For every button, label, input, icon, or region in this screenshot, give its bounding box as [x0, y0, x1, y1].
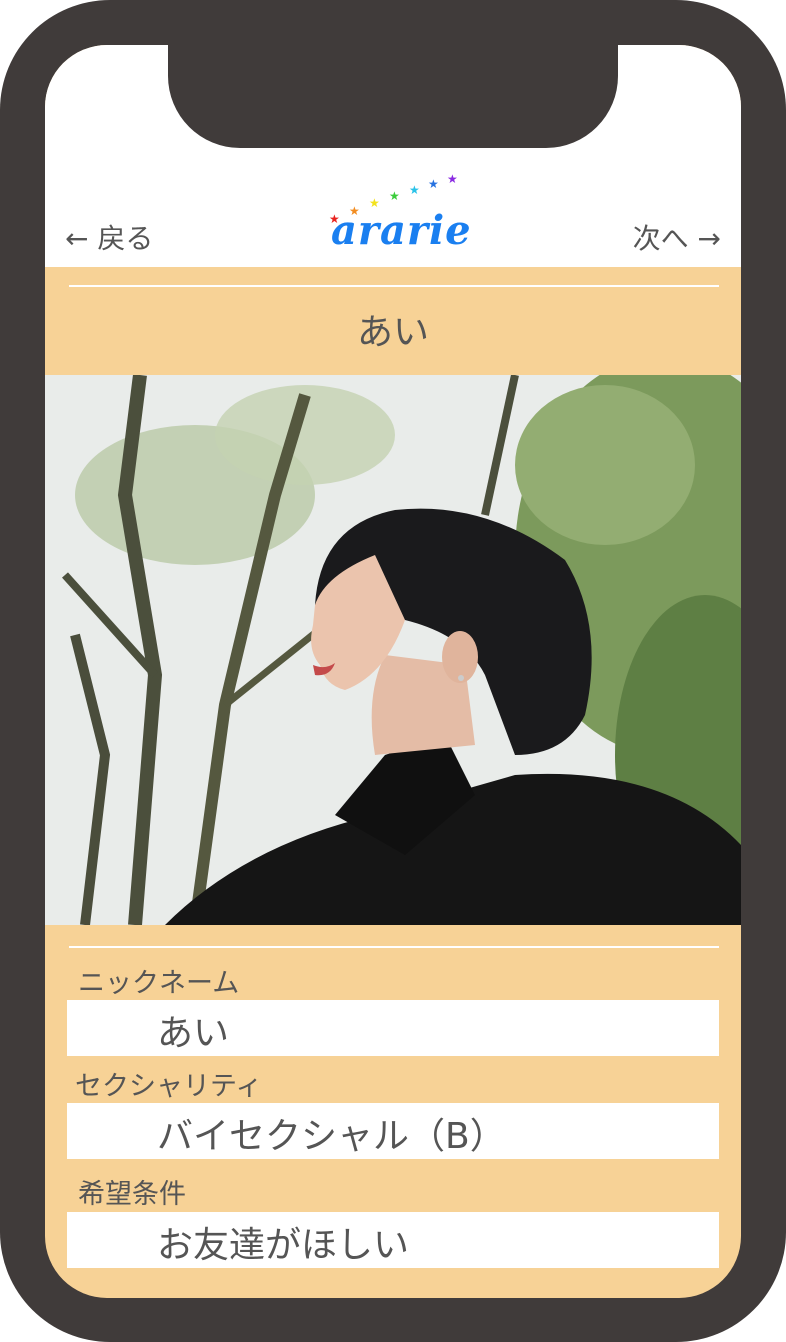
star-icon: ★	[409, 183, 420, 197]
field-box-wish: お友達がほしい	[67, 1212, 719, 1268]
next-button[interactable]: 次へ →	[633, 217, 721, 257]
profile-photo	[45, 375, 741, 925]
app-logo: ★ ★ ★ ★ ★ ★ ★ ararie	[323, 171, 471, 257]
profile-name-title: あい	[356, 312, 429, 353]
field-value-sexuality: バイセクシャル（B）	[157, 1116, 506, 1157]
star-icon: ★	[428, 177, 439, 191]
header-divider	[69, 285, 719, 287]
fields-divider	[69, 946, 719, 948]
star-icon: ★	[389, 189, 400, 203]
star-icon: ★	[447, 172, 458, 186]
back-button[interactable]: ← 戻る	[65, 217, 153, 257]
phone-notch	[168, 45, 618, 148]
field-label-sexuality: セクシャリティ	[75, 1071, 263, 1102]
field-label-nickname: ニックネーム	[78, 968, 240, 999]
field-value-wish: お友達がほしい	[157, 1225, 410, 1266]
profile-photo-illustration	[45, 375, 741, 925]
field-box-nickname: あい	[67, 1000, 719, 1056]
field-box-sexuality: バイセクシャル（B）	[67, 1103, 719, 1159]
logo-text: ararie	[331, 207, 472, 254]
field-label-wish: 希望条件	[78, 1179, 186, 1210]
field-value-nickname: あい	[157, 1013, 230, 1054]
screen: ← 戻る ★ ★ ★ ★ ★ ★ ★ ararie 次へ → あい ニックネーム…	[45, 45, 741, 1298]
